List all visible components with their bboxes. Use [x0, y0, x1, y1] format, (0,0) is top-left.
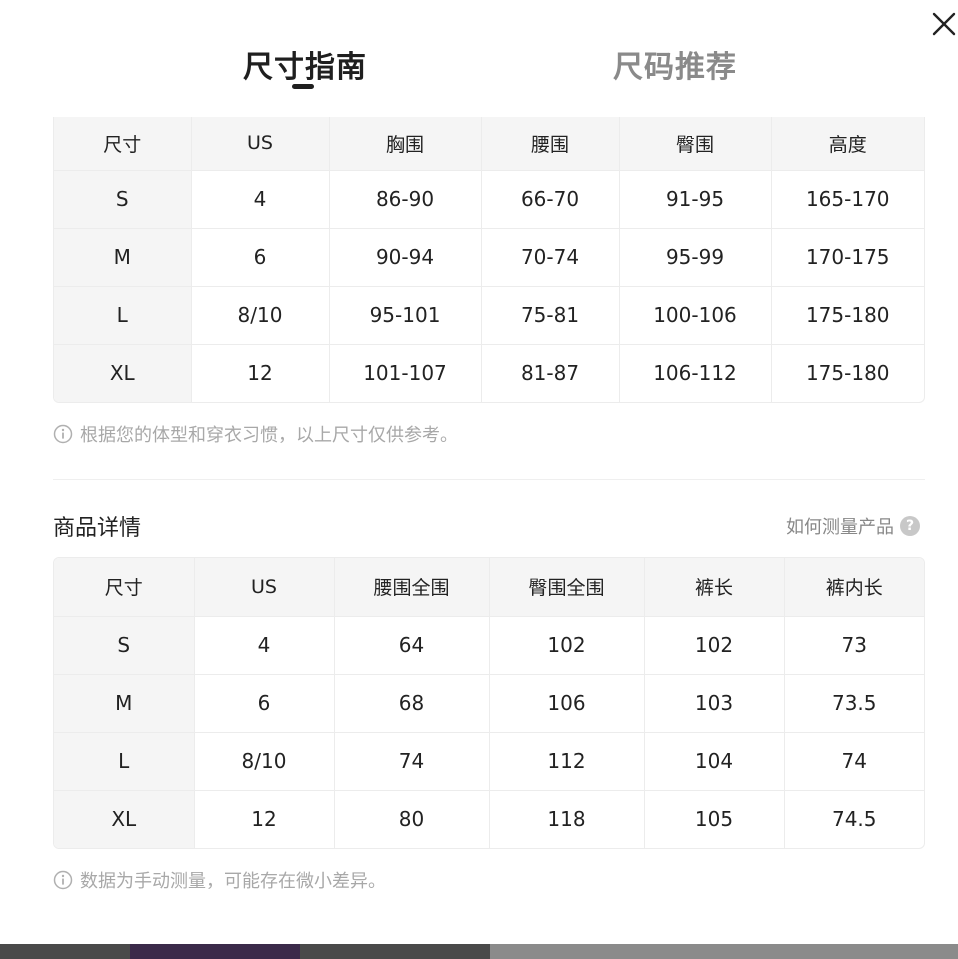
table-cell: XL	[54, 790, 195, 848]
column-header: 高度	[771, 117, 924, 171]
product-details-table: 尺寸 US 腰围全围 臀围全围 裤长 裤内长 S 4 64 102 102 73…	[53, 557, 925, 849]
column-header: 尺寸	[54, 558, 195, 617]
section-title: 商品详情	[53, 516, 142, 541]
table-cell: 73.5	[784, 674, 924, 733]
how-to-measure-link[interactable]: 如何测量产品 ?	[786, 513, 920, 539]
table-row: M 6 68 106 103 73.5	[54, 674, 924, 733]
table-cell: 175-180	[771, 286, 924, 345]
table-cell: 90-94	[329, 228, 482, 287]
table-cell: 112	[489, 732, 645, 791]
table-cell: 70-74	[481, 228, 620, 287]
table-cell: 12	[194, 790, 335, 848]
table-cell: 4	[194, 616, 335, 675]
table-row: S 4 86-90 66-70 91-95 165-170	[54, 170, 924, 229]
table-cell: 81-87	[481, 344, 620, 402]
table-cell: 74	[784, 732, 924, 791]
table-cell: M	[54, 228, 192, 287]
table-cell: 66-70	[481, 170, 620, 229]
table-cell: 8/10	[194, 732, 335, 791]
table-row: S 4 64 102 102 73	[54, 616, 924, 675]
table-cell: 102	[644, 616, 785, 675]
tab-size-recommend[interactable]: 尺码推荐	[613, 42, 737, 86]
info-icon	[53, 870, 73, 890]
column-header: 裤长	[644, 558, 785, 617]
table-cell: 170-175	[771, 228, 924, 287]
table-cell: 75-81	[481, 286, 620, 345]
table-cell: S	[54, 616, 195, 675]
note-text: 根据您的体型和穿衣习惯，以上尺寸仅供参考。	[80, 425, 458, 446]
table-cell: XL	[54, 344, 192, 402]
table-cell: 102	[489, 616, 645, 675]
table-row: XL 12 101-107 81-87 106-112 175-180	[54, 344, 924, 402]
active-tab-indicator	[292, 84, 314, 89]
column-header: 裤内长	[784, 558, 924, 617]
table-cell: 104	[644, 732, 785, 791]
table-cell: 74	[334, 732, 490, 791]
table-row: L 8/10 74 112 104 74	[54, 732, 924, 791]
note-text: 数据为手动测量，可能存在微小差异。	[80, 871, 386, 892]
column-header: 尺寸	[54, 117, 192, 171]
table-header-row: 尺寸 US 胸围 腰围 臀围 高度	[54, 117, 924, 171]
table-cell: M	[54, 674, 195, 733]
table-cell: 175-180	[805, 361, 890, 386]
table-cell: L	[54, 286, 192, 345]
info-icon	[53, 424, 73, 444]
table-cell: 95-101	[329, 286, 482, 345]
column-header: 臀围	[619, 117, 772, 171]
background-product-image-strip	[0, 944, 958, 959]
column-header: 腰围全围	[334, 558, 490, 617]
table-cell: 64	[334, 616, 490, 675]
table-cell: 74.5	[831, 807, 877, 832]
table-row: XL 12 80 118 105 74.5	[54, 790, 924, 848]
table-cell: S	[54, 170, 192, 229]
table-cell: 165-170	[771, 170, 924, 229]
table-cell: 91-95	[619, 170, 772, 229]
column-header: US	[194, 558, 335, 617]
column-header: 胸围	[329, 117, 482, 171]
column-header: US	[191, 117, 330, 171]
column-header: 腰围	[481, 117, 620, 171]
table-cell: 6	[191, 228, 330, 287]
table-cell: 80	[334, 790, 490, 848]
table-cell: 8/10	[191, 286, 330, 345]
question-icon: ?	[900, 516, 920, 536]
table-cell: 118	[489, 790, 645, 848]
section-divider	[53, 479, 925, 480]
size-guide-table: 尺寸 US 胸围 腰围 臀围 高度 S 4 86-90 66-70 91-95 …	[53, 117, 925, 403]
table-cell: L	[54, 732, 195, 791]
table-cell: 101-107	[329, 344, 482, 402]
table-cell: 95-99	[619, 228, 772, 287]
table-cell: 100-106	[619, 286, 772, 345]
table-cell: 106-112	[619, 344, 772, 402]
table-cell: 68	[334, 674, 490, 733]
table-cell: 106	[489, 674, 645, 733]
measure-link-label: 如何测量产品	[786, 517, 894, 538]
product-image-left	[0, 944, 490, 959]
table-cell: 12	[191, 344, 330, 402]
size-guide-note: 根据您的体型和穿衣习惯，以上尺寸仅供参考。	[53, 421, 458, 447]
table-row: M 6 90-94 70-74 95-99 170-175	[54, 228, 924, 287]
table-cell: 105	[644, 790, 785, 848]
table-cell: 103	[644, 674, 785, 733]
product-image-right	[490, 944, 958, 959]
table-cell: 6	[194, 674, 335, 733]
table-cell: 4	[191, 170, 330, 229]
table-cell: 86-90	[329, 170, 482, 229]
table-header-row: 尺寸 US 腰围全围 臀围全围 裤长 裤内长	[54, 558, 924, 617]
tab-size-guide[interactable]: 尺寸指南	[243, 42, 367, 86]
table-row: L 8/10 95-101 75-81 100-106 175-180	[54, 286, 924, 345]
product-details-note: 数据为手动测量，可能存在微小差异。	[53, 867, 386, 893]
column-header: 臀围全围	[489, 558, 645, 617]
table-cell: 73	[784, 616, 924, 675]
tab-bar: 尺寸指南 尺码推荐	[0, 0, 958, 110]
